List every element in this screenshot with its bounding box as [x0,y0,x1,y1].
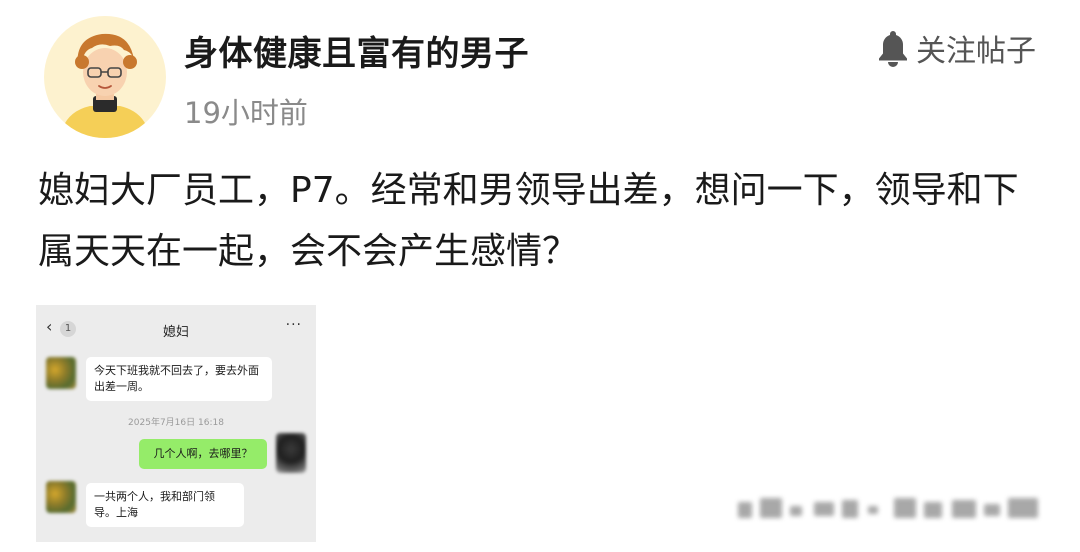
contact-avatar-blurred [46,481,76,513]
message-text: 今天下班我就不回去了，要去外面出差一周。 [94,364,259,393]
post-time: 19小时前 [184,96,308,130]
chat-header: ‹ 1 媳妇 ··· [36,305,316,351]
contact-avatar-blurred [46,357,76,389]
chat-timestamp: 2025年7月16日 16:18 [128,418,224,428]
author-avatar[interactable] [44,16,166,138]
avatar-illustration [44,16,166,138]
author-name[interactable]: 身体健康且富有的男子 [184,26,529,75]
follow-post-label: 关注帖子 [916,34,1036,69]
chat-contact-name: 媳妇 [162,325,189,340]
bell-icon [879,31,907,67]
chat-screenshot-image[interactable]: ‹ 1 媳妇 ··· 今天下班我就不回去了，要去外面出差一周。 2025年7月1… [36,305,316,542]
message-bubble-mine: 几个人啊，去哪里？ [139,439,267,469]
message-bubble: 一共两个人，我和部门领导。上海 [86,483,244,527]
post-text: 媳妇大厂员工，P7。经常和男领导出差，想问一下，领导和下属天天在一起，会不会产生… [38,170,1019,272]
blurred-watermark [738,498,1038,518]
message-text: 几个人啊，去哪里？ [153,447,253,460]
more-icon: ··· [285,317,302,333]
message-bubble: 今天下班我就不回去了，要去外面出差一周。 [86,357,272,401]
my-avatar-blurred [276,433,306,473]
follow-post-button[interactable]: 关注帖子 [876,26,1036,70]
message-text: 一共两个人，我和部门领导。上海 [94,490,215,519]
